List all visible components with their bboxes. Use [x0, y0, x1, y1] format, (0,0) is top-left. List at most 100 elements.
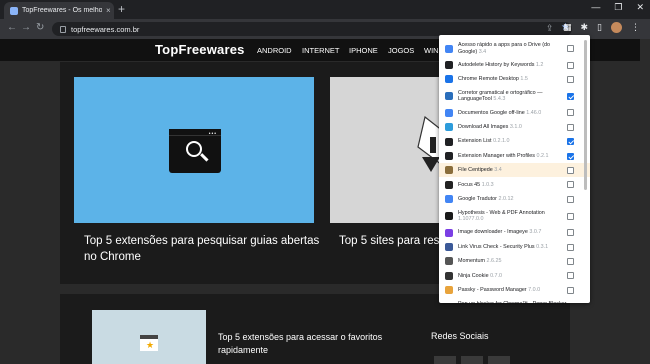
avatar[interactable] [611, 22, 622, 33]
extension-enable-checkbox[interactable] [567, 257, 574, 265]
extension-version: 3.1.0 [509, 123, 522, 130]
extension-row[interactable]: Link Virus Check - Security Plus 0.3.1 [439, 240, 590, 254]
extension-enable-checkbox[interactable] [567, 212, 574, 220]
extension-row[interactable]: Autodelete History by Keywords 1.2 [439, 58, 590, 72]
extension-label: Image downloader - Imageye 3.0.7 [458, 229, 568, 236]
extension-enable-checkbox[interactable] [567, 109, 574, 117]
key-icon [445, 286, 453, 295]
extension-row[interactable]: Documentos Google off-line 1.46.0 [439, 106, 590, 120]
extension-name: Focus 45 [458, 181, 481, 188]
extension-row[interactable]: Ninja Cookie 0.7.0 [439, 269, 590, 283]
extension-list-popup: Acesso rápido a apps para o Drive (do Go… [439, 35, 590, 303]
extension-label: Passky - Password Manager 7.0.0 [458, 287, 568, 294]
extension-enable-checkbox[interactable] [567, 123, 574, 131]
card-3-title[interactable]: Top 5 extensões para acessar o favoritos… [218, 331, 418, 357]
extension-label: Documentos Google off-line 1.46.0 [458, 110, 568, 117]
extension-version: 0.2.1.0 [493, 138, 510, 145]
nav-android[interactable]: ANDROID [257, 46, 292, 55]
extension-enable-checkbox[interactable] [567, 181, 574, 189]
browser-tab[interactable]: TopFreewares - Os melhores pro × [4, 2, 114, 19]
extension-enable-checkbox[interactable] [567, 229, 574, 237]
social-youtube-icon[interactable] [488, 356, 510, 364]
extension-enable-checkbox[interactable] [567, 45, 574, 52]
extension-name: Pop up blocker for Chrome™ - Poper Block… [458, 301, 566, 303]
momentum-icon [445, 257, 453, 266]
extension-enable-checkbox[interactable] [567, 286, 574, 294]
extension-version: 0.7.0 [490, 272, 503, 279]
extension-version: 2.0.12 [498, 195, 514, 202]
extension-row[interactable]: Extension Manager with Profiles 0.2.1 [439, 149, 590, 163]
extension-enable-checkbox[interactable] [567, 243, 574, 251]
social-facebook-icon[interactable] [434, 356, 456, 364]
extension-row[interactable]: Google Tradutor 2.0.12 [439, 192, 590, 206]
extension-version: 3.4 [494, 167, 502, 174]
extension-row[interactable]: Chrome Remote Desktop 1.5 [439, 72, 590, 86]
extension-row[interactable]: Image downloader - Imageye 3.0.7 [439, 226, 590, 240]
extension-row[interactable]: Focus 45 1.0.3 [439, 178, 590, 192]
minimize-icon[interactable]: — [591, 2, 600, 13]
card-1-title[interactable]: Top 5 extensões para pesquisar guias abe… [84, 233, 324, 265]
extension-enable-checkbox[interactable] [567, 75, 574, 83]
menu-icon[interactable]: ⋮ [631, 22, 640, 33]
extension-enable-checkbox[interactable] [567, 61, 574, 69]
reload-icon[interactable]: ↻ [36, 22, 44, 33]
social-twitter-icon[interactable] [461, 356, 483, 364]
extension-version: 1.1077.0.0 [458, 216, 484, 223]
extension-row[interactable]: Extension List 0.2.1.0 [439, 135, 590, 149]
extension-label: Google Tradutor 2.0.12 [458, 196, 568, 203]
extension-list-icon[interactable]: ▦ [563, 22, 572, 33]
popup-scrollbar[interactable] [584, 40, 587, 190]
extension-label: Acesso rápido a apps para o Drive (do Go… [458, 42, 568, 55]
maximize-icon[interactable]: ❐ [614, 2, 622, 13]
extension-label: Chrome Remote Desktop 1.5 [458, 76, 568, 83]
extension-row[interactable]: Hypothesis - Web & PDF Annotation 1.1077… [439, 207, 590, 226]
extension-row[interactable]: Momentum 2.6.25 [439, 254, 590, 268]
extension-enable-checkbox[interactable] [567, 272, 574, 280]
extension-version: 3.4 [478, 48, 487, 55]
extension-row[interactable]: Pop up blocker for Chrome™ - Poper Block… [439, 298, 590, 303]
extension-name: Documentos Google off-line [458, 109, 525, 116]
extension-version: 1.46.0 [526, 109, 542, 116]
sidepanel-icon[interactable]: ▯ [597, 22, 602, 33]
nav-jogos[interactable]: JOGOS [388, 46, 414, 55]
social-heading: Redes Sociais [431, 331, 489, 341]
share-icon[interactable]: ⇪ [546, 23, 554, 34]
close-window-icon[interactable]: ✕ [636, 2, 644, 13]
page-scrollbar[interactable] [640, 39, 650, 364]
nav-internet[interactable]: INTERNET [302, 46, 340, 55]
address-bar[interactable]: topfreewares.com.br [52, 22, 572, 36]
extension-enable-checkbox[interactable] [567, 166, 574, 174]
extension-row[interactable]: File Centipede 3.4 [439, 163, 590, 178]
image-download-icon [445, 228, 453, 237]
extension-label: Corretor gramatical e ortográfico — Lang… [458, 90, 568, 103]
extension-label: Hypothesis - Web & PDF Annotation 1.1077… [458, 210, 568, 223]
nav-iphone[interactable]: IPHONE [349, 46, 378, 55]
extension-enable-checkbox[interactable] [567, 92, 574, 100]
site-logo[interactable]: TopFreewares [155, 42, 245, 57]
puzzle-icon[interactable]: ✱ [581, 22, 589, 33]
extension-row[interactable]: Download All Images 3.1.0 [439, 120, 590, 134]
extension-row[interactable]: Acesso rápido a apps para o Drive (do Go… [439, 39, 590, 58]
extension-enable-checkbox[interactable] [567, 195, 574, 203]
download-icon [445, 123, 453, 132]
extension-label: File Centipede 3.4 [458, 167, 568, 174]
extension-version: 2.6.25 [486, 258, 502, 265]
extension-name: Chrome Remote Desktop [458, 76, 519, 83]
ninja-icon [445, 271, 453, 280]
extension-enable-checkbox[interactable] [567, 138, 574, 146]
extension-enable-checkbox[interactable] [567, 152, 574, 160]
delete-icon [445, 61, 453, 69]
extension-version: 0.2.1 [536, 152, 549, 159]
extension-name: Passky - Password Manager [458, 286, 527, 293]
close-tab-icon[interactable]: × [106, 6, 111, 15]
extension-name: Download All Images [458, 123, 509, 130]
extension-label: Extension List 0.2.1.0 [458, 138, 568, 145]
extension-row[interactable]: Passky - Password Manager 7.0.0 [439, 283, 590, 297]
extension-row[interactable]: Corretor gramatical e ortográfico — Lang… [439, 87, 590, 106]
favicon-icon [10, 6, 18, 15]
hypothesis-icon [445, 212, 453, 221]
gear-icon [445, 152, 453, 160]
back-icon[interactable]: ← [7, 22, 17, 33]
forward-icon[interactable]: → [21, 22, 31, 33]
new-tab-button[interactable]: + [118, 3, 125, 15]
